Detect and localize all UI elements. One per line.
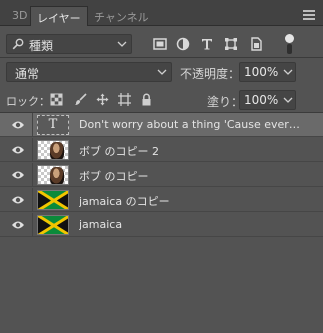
divider bbox=[32, 113, 33, 137]
image-filter-icon[interactable] bbox=[153, 37, 167, 51]
eye-icon[interactable] bbox=[11, 144, 25, 156]
layer-name: ボブ のコピー bbox=[79, 170, 149, 183]
chevron-down-icon bbox=[283, 69, 292, 75]
opacity-dropdown[interactable] bbox=[280, 62, 296, 82]
filter-kind-label: 種類 bbox=[29, 39, 54, 53]
blend-mode-select[interactable]: 通常 bbox=[6, 62, 172, 82]
jamaica-flag-thumbnail bbox=[37, 190, 69, 210]
eye-icon[interactable] bbox=[11, 219, 25, 231]
layer-row[interactable]: ボブ のコピー bbox=[0, 163, 323, 187]
lock-position-icon[interactable] bbox=[96, 93, 109, 106]
layer-name: ボブ のコピー 2 bbox=[79, 145, 159, 158]
filter-kind-select[interactable]: 種類 bbox=[6, 34, 132, 54]
chevron-down-icon bbox=[283, 97, 292, 103]
lock-image-pixels-icon[interactable] bbox=[74, 93, 87, 106]
layers-panel: 3D レイヤー チャンネル 種類 通常 不透明度： 100% ロック： 塗り： … bbox=[0, 0, 323, 333]
layer-row[interactable]: T Don't worry about a thing 'Cause every… bbox=[0, 113, 323, 137]
portrait-image bbox=[50, 167, 64, 184]
eye-icon[interactable] bbox=[11, 119, 25, 131]
type-icon: T bbox=[48, 117, 58, 132]
filter-toggle-track bbox=[287, 44, 292, 54]
fill-label: 塗り： bbox=[207, 95, 244, 109]
eye-icon[interactable] bbox=[11, 169, 25, 181]
layer-name: jamaica bbox=[79, 218, 123, 231]
filter-toggle[interactable] bbox=[283, 34, 295, 54]
lock-artboard-icon[interactable] bbox=[118, 93, 131, 106]
shape-filter-icon[interactable] bbox=[224, 37, 238, 51]
adjustment-filter-icon[interactable] bbox=[176, 37, 190, 51]
divider bbox=[0, 57, 323, 58]
blend-mode-label: 通常 bbox=[15, 67, 40, 81]
jamaica-flag-thumbnail bbox=[37, 215, 69, 235]
lock-all-icon[interactable] bbox=[140, 93, 153, 106]
lock-transparent-pixels-icon[interactable] bbox=[50, 93, 63, 106]
divider bbox=[32, 188, 33, 212]
eye-icon[interactable] bbox=[11, 194, 25, 206]
tab-channels[interactable]: チャンネル bbox=[88, 6, 155, 26]
chevron-down-icon bbox=[157, 69, 167, 75]
panel-menu-icon[interactable] bbox=[303, 10, 315, 20]
fill-dropdown[interactable] bbox=[280, 90, 296, 110]
tab-layers[interactable]: レイヤー bbox=[30, 6, 88, 26]
photo-layer-thumbnail bbox=[37, 140, 69, 160]
text-layer-thumbnail: T bbox=[37, 115, 69, 135]
divider bbox=[32, 163, 33, 187]
portrait-image bbox=[50, 142, 64, 159]
search-icon bbox=[12, 38, 24, 50]
layer-name: jamaica のコピー bbox=[79, 195, 170, 208]
layer-row[interactable]: ボブ のコピー 2 bbox=[0, 138, 323, 162]
fill-input[interactable]: 100% bbox=[239, 90, 281, 110]
opacity-input[interactable]: 100% bbox=[239, 62, 281, 82]
layer-row[interactable]: jamaica のコピー bbox=[0, 188, 323, 212]
chevron-down-icon bbox=[117, 41, 127, 47]
panel-tab-bar: 3D レイヤー チャンネル bbox=[0, 0, 323, 26]
type-filter-icon[interactable] bbox=[200, 37, 214, 51]
divider bbox=[32, 138, 33, 162]
smart-object-filter-icon[interactable] bbox=[249, 37, 263, 51]
filter-toggle-knob bbox=[285, 34, 294, 43]
layer-row[interactable]: jamaica bbox=[0, 213, 323, 237]
lock-label: ロック： bbox=[6, 95, 50, 108]
divider bbox=[32, 213, 33, 237]
photo-layer-thumbnail bbox=[37, 165, 69, 185]
opacity-label: 不透明度： bbox=[180, 67, 241, 81]
layer-name: Don't worry about a thing 'Cause every .… bbox=[79, 118, 305, 131]
